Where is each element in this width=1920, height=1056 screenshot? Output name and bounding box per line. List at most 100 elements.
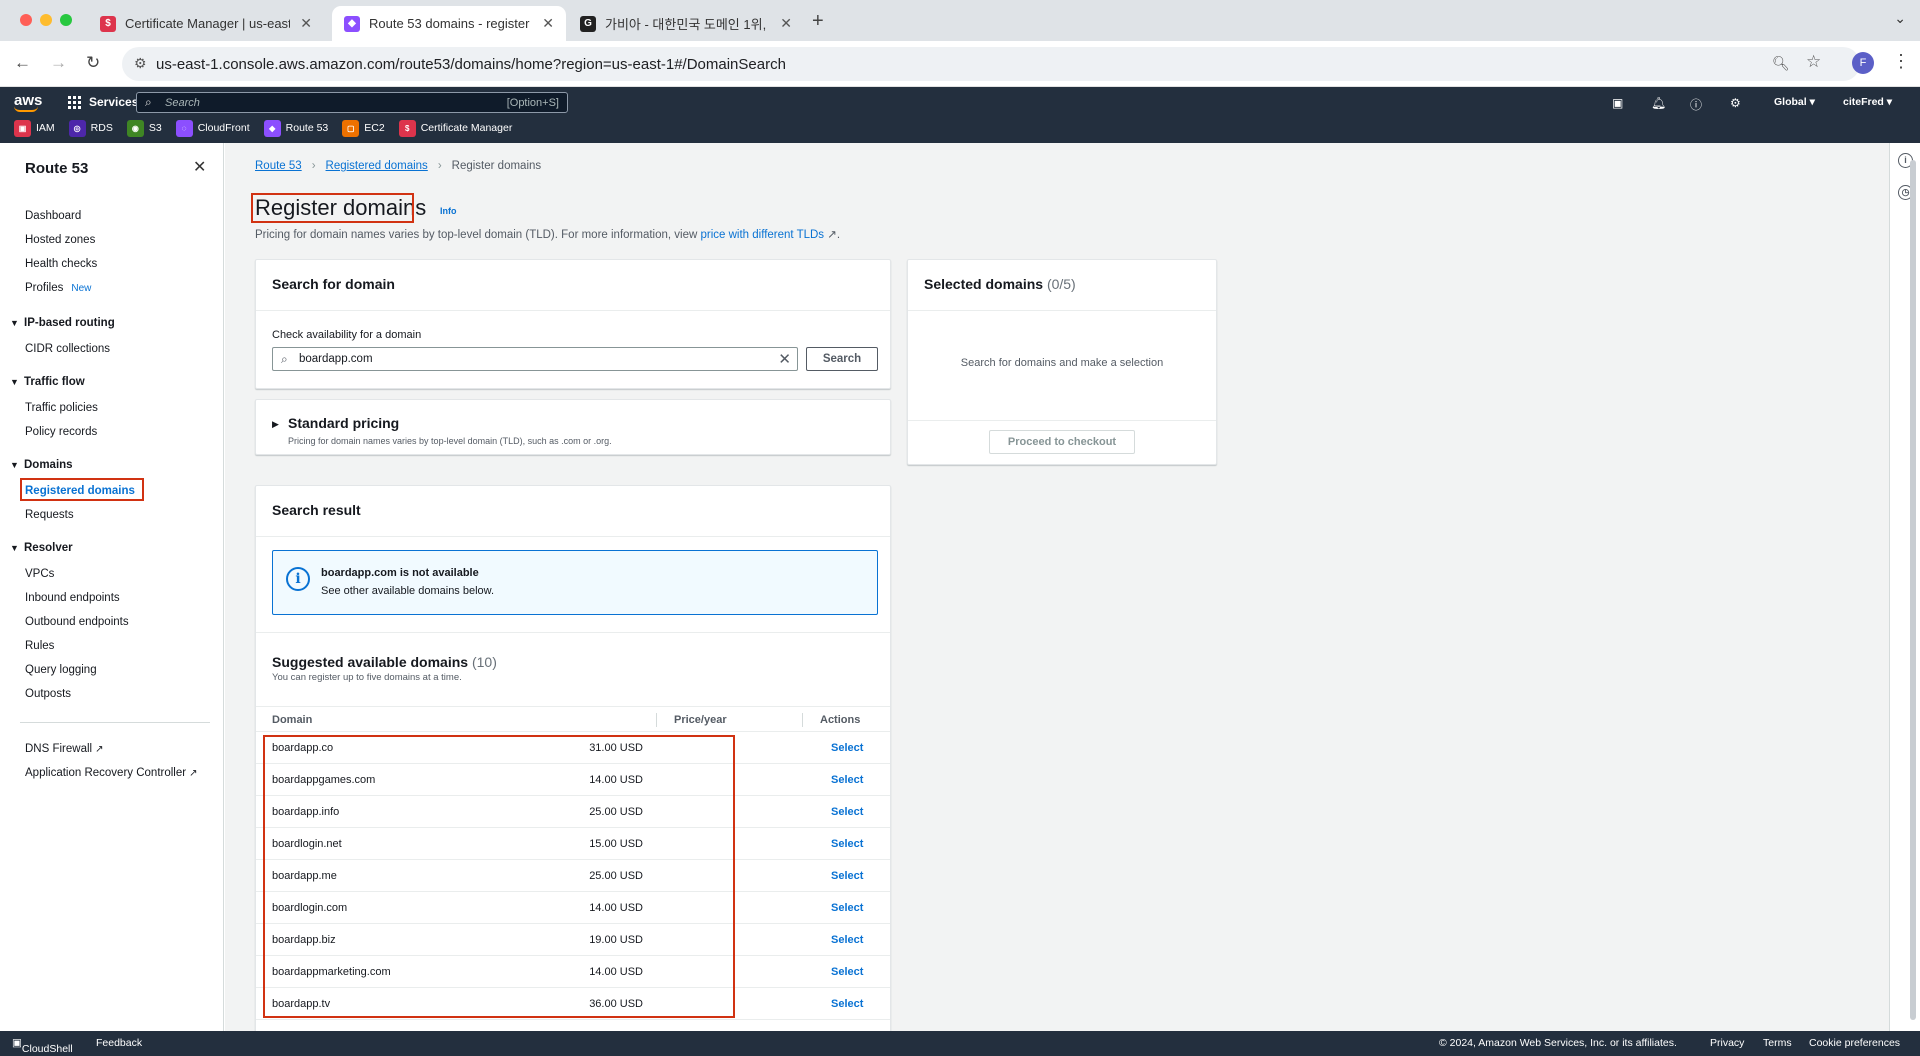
select-domain-button[interactable]: Select <box>831 966 863 978</box>
back-icon[interactable]: ← <box>14 53 31 73</box>
select-domain-button[interactable]: Select <box>831 902 863 914</box>
sidebar-group-ip-routing[interactable]: ▼ IP-based routing <box>10 317 115 329</box>
sidebar-item-dashboard[interactable]: Dashboard <box>25 210 81 222</box>
site-info-icon[interactable]: ⚙ <box>134 55 147 72</box>
domain-field-label: Check availability for a domain <box>272 329 422 341</box>
search-shortcut: [Option+S] <box>506 97 559 109</box>
chevron-right-icon: › <box>311 160 316 172</box>
search-button[interactable]: Search <box>806 347 878 371</box>
close-tab-icon[interactable]: ✕ <box>542 15 554 32</box>
standard-pricing-title[interactable]: Standard pricing <box>288 415 399 431</box>
feedback-link[interactable]: Feedback <box>96 1037 142 1049</box>
tab-route53[interactable]: ◆ Route 53 domains - register domain ✕ <box>332 6 566 41</box>
notifications-bell-icon[interactable]: 🔔︎ <box>1651 96 1666 110</box>
sidebar-group-label: Domains <box>24 459 73 471</box>
proceed-to-checkout-button[interactable]: Proceed to checkout <box>989 430 1135 454</box>
cookie-preferences-link[interactable]: Cookie preferences <box>1809 1037 1900 1049</box>
sidebar-group-resolver[interactable]: ▼ Resolver <box>10 542 73 554</box>
region-selector[interactable]: Global ▾ <box>1774 96 1815 108</box>
favorite-certificate-manager[interactable]: $ Certificate Manager <box>398 119 513 137</box>
browser-menu-icon[interactable]: ⋮ <box>1892 51 1910 72</box>
favorite-iam[interactable]: ▣ IAM <box>14 119 55 137</box>
cloudshell-footer-button[interactable]: ▣ CloudShell <box>12 1037 73 1055</box>
page-scrollbar[interactable] <box>1910 160 1916 1020</box>
forward-icon[interactable]: → <box>50 53 67 73</box>
favorite-label: CloudFront <box>197 122 250 134</box>
help-icon[interactable]: ⓘ <box>1690 96 1702 113</box>
select-domain-button[interactable]: Select <box>831 934 863 946</box>
caret-right-icon[interactable]: ▶ <box>272 419 279 430</box>
privacy-link[interactable]: Privacy <box>1710 1037 1744 1049</box>
close-window-button[interactable] <box>20 14 32 26</box>
domain-search-input[interactable]: ⌕ boardapp.com ✕ <box>272 347 798 371</box>
favorite-label: S3 <box>148 122 162 134</box>
url-text: us-east-1.console.aws.amazon.com/route53… <box>156 56 786 73</box>
close-tab-icon[interactable]: ✕ <box>780 15 792 32</box>
reload-icon[interactable]: ↻ <box>86 53 100 73</box>
cloudshell-icon[interactable]: ▣ <box>1612 96 1623 110</box>
select-domain-button[interactable]: Select <box>831 998 863 1010</box>
new-tab-icon[interactable]: + <box>812 10 824 33</box>
chevron-right-icon: › <box>437 160 442 172</box>
favorite-cloudfront[interactable]: ◌ CloudFront <box>175 119 250 137</box>
close-sidebar-icon[interactable]: ✕ <box>193 157 206 177</box>
close-tab-icon[interactable]: ✕ <box>300 15 312 32</box>
highlight-box <box>263 735 735 1018</box>
sidebar-item-cidr-collections[interactable]: CIDR collections <box>25 343 110 355</box>
sidebar-item-inbound-endpoints[interactable]: Inbound endpoints <box>25 592 120 604</box>
favorite-label: Certificate Manager <box>420 122 513 134</box>
sidebar-item-profiles[interactable]: Profiles New <box>25 282 91 294</box>
sidebar-group-traffic-flow[interactable]: ▼ Traffic flow <box>10 376 85 388</box>
search-icon: ⌕ <box>145 95 152 109</box>
panel-divider <box>256 536 890 537</box>
aws-logo[interactable]: aws <box>14 92 42 112</box>
panel-divider <box>908 420 1216 421</box>
sidebar-item-hosted-zones[interactable]: Hosted zones <box>25 234 95 246</box>
sidebar-item-vpcs[interactable]: VPCs <box>25 568 54 580</box>
profile-avatar[interactable]: F <box>1852 52 1874 74</box>
zoom-icon[interactable]: 🔍︎ <box>1772 55 1790 72</box>
select-domain-button[interactable]: Select <box>831 806 863 818</box>
info-link[interactable]: Info <box>440 206 457 216</box>
favorite-rds[interactable]: ◎ RDS <box>68 119 113 137</box>
select-domain-button[interactable]: Select <box>831 870 863 882</box>
minimize-window-button[interactable] <box>40 14 52 26</box>
clear-input-icon[interactable]: ✕ <box>778 350 791 368</box>
tab-certificate-manager[interactable]: $ Certificate Manager | us-east-1 ✕ <box>88 6 324 41</box>
sidebar-item-outposts[interactable]: Outposts <box>25 688 71 700</box>
standard-pricing-panel[interactable]: ▶ Standard pricing Pricing for domain na… <box>255 399 891 455</box>
maximize-window-button[interactable] <box>60 14 72 26</box>
services-label: Services <box>89 95 139 109</box>
sidebar-item-query-logging[interactable]: Query logging <box>25 664 97 676</box>
sidebar-group-domains[interactable]: ▼ Domains <box>10 459 73 471</box>
sidebar-item-policy-records[interactable]: Policy records <box>25 426 97 438</box>
sidebar-item-requests[interactable]: Requests <box>25 509 74 521</box>
favorite-label: EC2 <box>364 122 385 134</box>
sidebar-item-application-recovery-controller[interactable]: Application Recovery Controller ↗ <box>25 767 197 779</box>
breadcrumb-route53-link[interactable]: Route 53 <box>255 160 302 172</box>
select-domain-button[interactable]: Select <box>831 838 863 850</box>
settings-gear-icon[interactable]: ⚙ <box>1730 96 1741 110</box>
sidebar-item-outbound-endpoints[interactable]: Outbound endpoints <box>25 616 129 628</box>
tab-gabia[interactable]: G 가비아 - 대한민국 도메인 1위, 도메인 ✕ <box>568 6 804 41</box>
favorite-route53[interactable]: ◆ Route 53 <box>263 119 328 137</box>
bookmark-star-icon[interactable]: ☆ <box>1806 52 1821 72</box>
search-panel-title: Search for domain <box>272 276 395 292</box>
select-domain-button[interactable]: Select <box>831 774 863 786</box>
url-field[interactable]: ⚙ us-east-1.console.aws.amazon.com/route… <box>122 47 1860 81</box>
sidebar-item-dns-firewall[interactable]: DNS Firewall ↗ <box>25 743 103 755</box>
services-menu-button[interactable]: Services <box>68 95 138 109</box>
terms-link[interactable]: Terms <box>1763 1037 1792 1049</box>
sidebar-item-traffic-policies[interactable]: Traffic policies <box>25 402 98 414</box>
tld-pricing-link[interactable]: price with different TLDs <box>700 229 824 241</box>
select-domain-button[interactable]: Select <box>831 742 863 754</box>
favorite-ec2[interactable]: ▢ EC2 <box>342 119 385 137</box>
breadcrumb-registered-domains-link[interactable]: Registered domains <box>326 160 428 172</box>
aws-smile-icon <box>14 106 38 112</box>
favorite-s3[interactable]: ◉ S3 <box>126 119 162 137</box>
account-menu[interactable]: citeFred ▾ <box>1843 96 1892 108</box>
tab-search-chevron-icon[interactable]: ⌄ <box>1894 10 1906 27</box>
aws-search-input[interactable]: ⌕ Search [Option+S] <box>136 92 568 113</box>
sidebar-item-rules[interactable]: Rules <box>25 640 54 652</box>
sidebar-item-health-checks[interactable]: Health checks <box>25 258 97 270</box>
